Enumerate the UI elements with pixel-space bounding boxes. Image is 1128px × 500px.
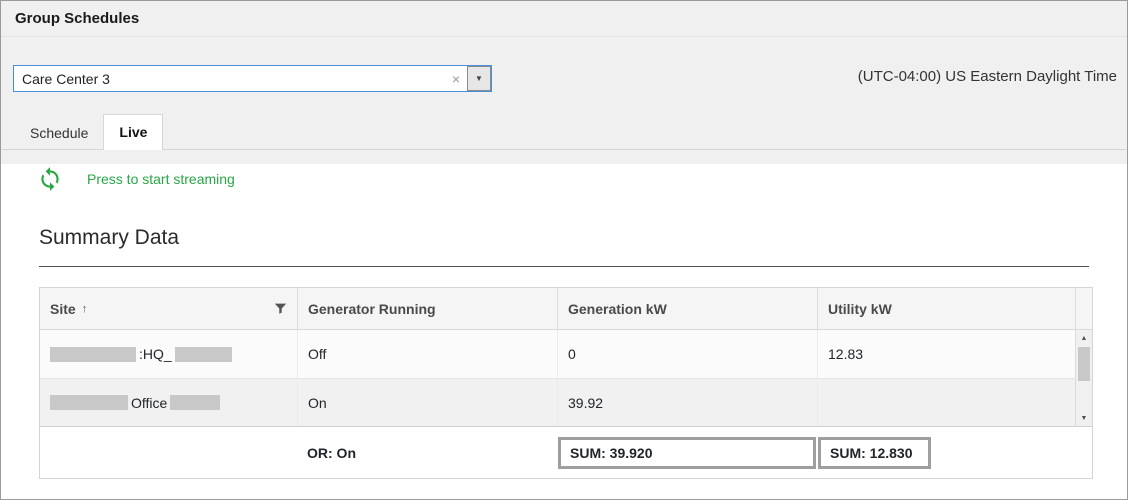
column-header-generation-kw[interactable]: Generation kW xyxy=(557,288,817,329)
page-header: Group Schedules xyxy=(1,1,1127,37)
scroll-down-button[interactable]: ▼ xyxy=(1076,410,1092,426)
generator-running-cell: Off xyxy=(297,330,557,378)
summary-grid: Site ↑ Generator Running Generation kW U… xyxy=(39,287,1093,479)
generation-sum-box: SUM: 39.920 xyxy=(558,437,816,469)
generation-kw-cell: 39.92 xyxy=(557,379,817,426)
footer-site-cell xyxy=(40,427,297,478)
column-header-site[interactable]: Site ↑ xyxy=(40,288,297,329)
grid-rows: :HQ_ Off 0 12.83 Office On 39.92 xyxy=(40,330,1075,426)
live-tab-content: Press to start streaming Summary Data Si… xyxy=(1,164,1127,500)
timezone-label: (UTC-04:00) US Eastern Daylight Time xyxy=(858,68,1117,85)
tabstrip: Schedule Live xyxy=(1,113,1127,150)
redacted-text xyxy=(170,395,220,410)
column-header-generator-running[interactable]: Generator Running xyxy=(297,288,557,329)
clear-icon[interactable]: × xyxy=(445,66,467,91)
group-combobox-input[interactable] xyxy=(14,66,445,91)
group-combobox[interactable]: × ▼ xyxy=(13,65,492,92)
table-row[interactable]: :HQ_ Off 0 12.83 xyxy=(40,330,1075,378)
generator-running-cell: On xyxy=(297,379,557,426)
refresh-button[interactable] xyxy=(37,166,63,192)
vertical-scrollbar[interactable]: ▲ ▼ xyxy=(1075,330,1092,426)
grid-footer-row: OR: On SUM: 39.920 SUM: 12.830 xyxy=(40,426,1092,478)
page-title: Group Schedules xyxy=(15,10,139,27)
utility-kw-cell: 12.83 xyxy=(817,330,1075,378)
site-cell: Office xyxy=(40,379,297,426)
footer-generation-sum-cell: SUM: 39.920 xyxy=(557,427,817,478)
footer-utility-sum-cell: SUM: 12.830 xyxy=(817,427,1092,478)
dropdown-button[interactable]: ▼ xyxy=(467,66,491,91)
tab-live[interactable]: Live xyxy=(103,114,163,150)
grid-body: :HQ_ Off 0 12.83 Office On 39.92 xyxy=(40,330,1092,426)
stream-controls: Press to start streaming xyxy=(37,164,1127,194)
redacted-text xyxy=(50,347,136,362)
site-visible-text: :HQ_ xyxy=(139,346,172,362)
summary-data-title: Summary Data xyxy=(39,226,1127,250)
start-streaming-label[interactable]: Press to start streaming xyxy=(87,171,235,187)
site-visible-text: Office xyxy=(131,395,167,411)
generation-kw-cell: 0 xyxy=(557,330,817,378)
site-cell: :HQ_ xyxy=(40,330,297,378)
tab-schedule[interactable]: Schedule xyxy=(15,116,103,150)
toolbar: × ▼ (UTC-04:00) US Eastern Daylight Time xyxy=(1,37,1127,113)
redacted-text xyxy=(50,395,128,410)
filter-icon[interactable] xyxy=(274,302,287,315)
scrollbar-thumb[interactable] xyxy=(1078,347,1090,381)
sort-asc-icon: ↑ xyxy=(82,303,88,315)
refresh-icon xyxy=(37,166,63,192)
utility-kw-cell xyxy=(817,379,1075,426)
utility-sum-box: SUM: 12.830 xyxy=(818,437,931,469)
scroll-up-button[interactable]: ▲ xyxy=(1076,330,1092,346)
grid-header-row: Site ↑ Generator Running Generation kW U… xyxy=(40,288,1092,330)
group-schedules-window: Group Schedules × ▼ (UTC-04:00) US Easte… xyxy=(0,0,1128,500)
column-header-utility-kw[interactable]: Utility kW xyxy=(817,288,1075,329)
redacted-text xyxy=(175,347,232,362)
scrollbar-header-spacer xyxy=(1075,288,1092,329)
table-row[interactable]: Office On 39.92 xyxy=(40,378,1075,426)
summary-divider xyxy=(39,266,1089,267)
footer-or-on-cell: OR: On xyxy=(297,427,557,478)
column-header-site-label: Site xyxy=(50,301,76,317)
chevron-down-icon: ▼ xyxy=(475,75,483,83)
